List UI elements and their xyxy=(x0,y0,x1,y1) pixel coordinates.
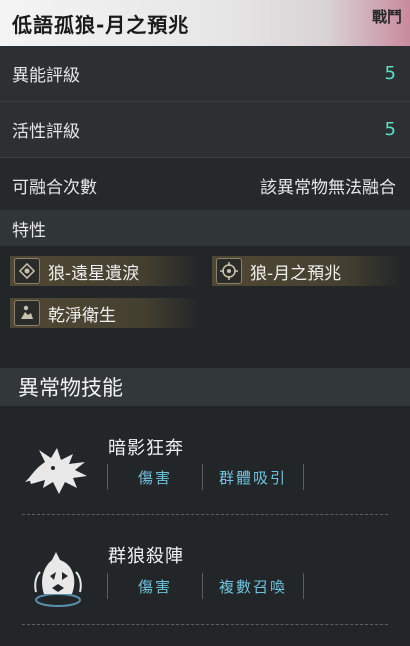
header-bar: 低語孤狼-月之預兆 戰鬥 xyxy=(0,0,410,46)
shadow-wolf-icon xyxy=(22,434,94,506)
skill-tag: 複數召喚 xyxy=(202,573,304,599)
wolf-circle-icon xyxy=(22,542,94,614)
skill-tag: 群體吸引 xyxy=(202,464,304,490)
stat-row-fusion-count: 可融合次數 該異常物無法融合 xyxy=(0,158,410,213)
skills-panel: 暗影狂奔 傷害 群體吸引 群狼殺陣 傷害 複數召喚 xyxy=(0,406,410,646)
skill-tags: 傷害 複數召喚 xyxy=(107,573,304,599)
crosshair-icon xyxy=(216,258,242,284)
stat-label: 活性評級 xyxy=(12,122,80,142)
trait-label: 乾淨衛生 xyxy=(48,305,116,326)
trait-item[interactable]: 乾淨衛生 xyxy=(10,298,200,328)
diamond-star-icon xyxy=(14,258,40,284)
skill-name: 暗影狂奔 xyxy=(108,438,184,459)
skill-divider xyxy=(22,514,388,515)
page-title: 低語孤狼-月之預兆 xyxy=(12,13,190,37)
skill-divider xyxy=(22,624,388,625)
stat-label: 可融合次數 xyxy=(12,178,97,198)
skill-tag: 傷害 xyxy=(107,464,202,490)
traits-panel: 狼-遠星遺淚 狼-月之預兆 乾淨衛生 xyxy=(0,246,410,368)
stat-row-activity-rating: 活性評級 5 xyxy=(0,102,410,157)
trait-item[interactable]: 狼-遠星遺淚 xyxy=(10,256,200,286)
trait-item[interactable]: 狼-月之預兆 xyxy=(212,256,402,286)
traits-heading-label: 特性 xyxy=(12,220,46,241)
stat-row-ability-rating: 異能評級 5 xyxy=(0,46,410,101)
stat-value: 5 xyxy=(384,119,396,140)
trait-label: 狼-月之預兆 xyxy=(250,263,342,284)
stat-value: 5 xyxy=(384,63,396,84)
skill-name: 群狼殺陣 xyxy=(108,546,184,567)
skill-tag: 傷害 xyxy=(107,573,202,599)
skills-heading-label: 異常物技能 xyxy=(18,376,123,400)
stat-label: 異能評級 xyxy=(12,66,80,86)
trait-label: 狼-遠星遺淚 xyxy=(48,263,140,284)
skill-tags: 傷害 群體吸引 xyxy=(107,464,304,490)
skills-heading: 異常物技能 xyxy=(0,368,410,406)
category-tag: 戰鬥 xyxy=(371,8,402,26)
figure-icon xyxy=(14,300,40,326)
traits-heading: 特性 xyxy=(0,210,410,246)
stat-value: 該異常物無法融合 xyxy=(260,178,396,198)
